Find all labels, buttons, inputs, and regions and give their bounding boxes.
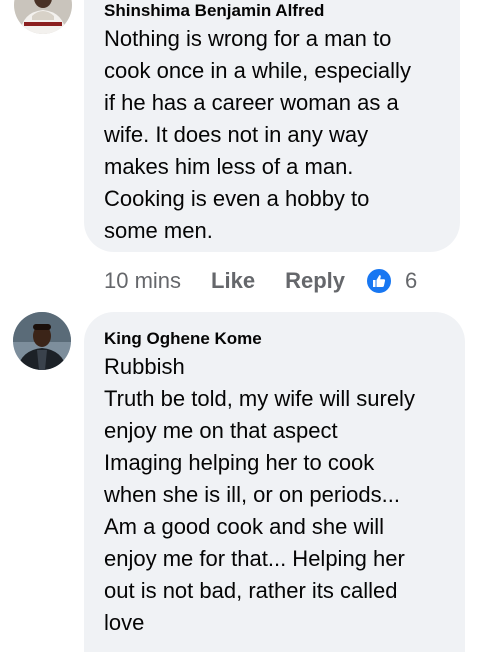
like-button[interactable]: Like <box>211 268 255 294</box>
avatar-image <box>14 0 72 34</box>
like-icon[interactable] <box>365 267 393 295</box>
avatar[interactable] <box>14 0 72 34</box>
comment-actions: 10 mins Like Reply 6 <box>104 263 417 299</box>
comment-author[interactable]: Shinshima Benjamin Alfred <box>104 1 440 21</box>
reply-button[interactable]: Reply <box>285 268 345 294</box>
comment-author[interactable]: King Oghene Kome <box>104 329 445 349</box>
comment-text: Rubbish Truth be told, my wife will sure… <box>104 354 415 635</box>
comment-timestamp[interactable]: 10 mins <box>104 268 181 294</box>
avatar[interactable] <box>13 312 71 370</box>
comment-text: Nothing is wrong for a man to cook once … <box>104 26 411 243</box>
comment-bubble: Shinshima Benjamin Alfred Nothing is wro… <box>84 0 460 252</box>
avatar-image <box>13 312 71 370</box>
comment-bubble: King Oghene Kome Rubbish Truth be told, … <box>84 312 465 652</box>
reaction-count[interactable]: 6 <box>405 268 417 294</box>
